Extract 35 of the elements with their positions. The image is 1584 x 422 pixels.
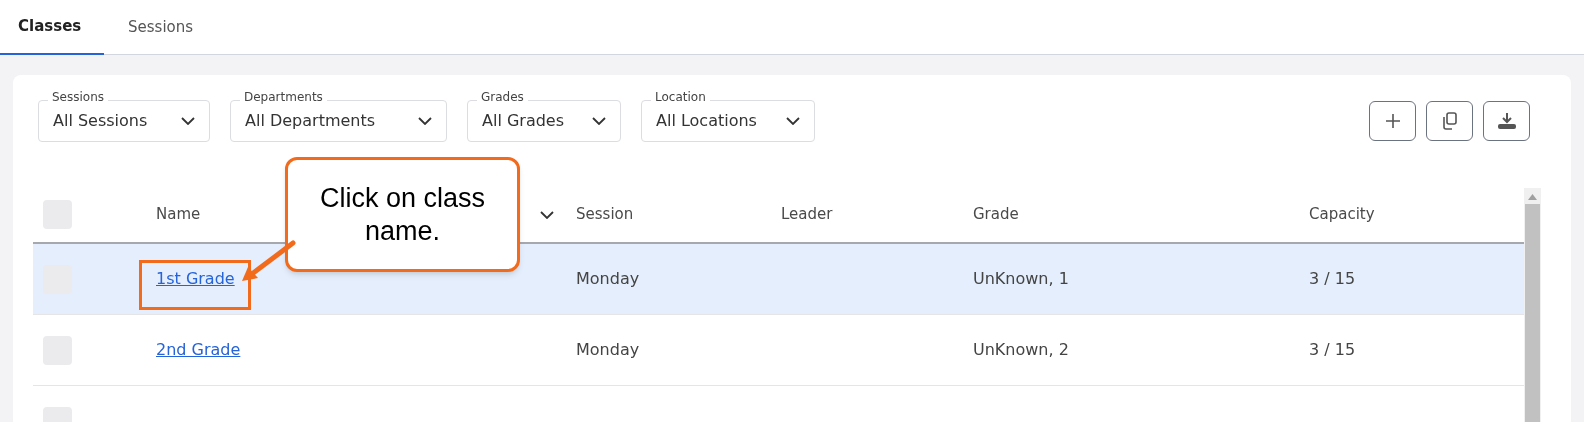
chevron-down-icon: [181, 117, 195, 125]
filter-label: Departments: [240, 90, 327, 104]
scrollbar[interactable]: [1524, 188, 1541, 422]
callout-box: Click on class name.: [285, 157, 520, 272]
class-link[interactable]: 1st Grade: [156, 269, 235, 288]
column-header[interactable]: Leader: [781, 203, 833, 226]
table-cell: UnKnown, 2: [973, 340, 1069, 359]
download-icon: [1496, 112, 1517, 130]
table-cell: 3 / 15: [1309, 340, 1356, 359]
chevron-down-icon: [592, 117, 606, 125]
filter-label: Sessions: [48, 90, 109, 104]
column-header[interactable]: Session: [576, 203, 634, 226]
table-cell: Monday: [576, 269, 640, 288]
column-header[interactable]: Grade: [973, 203, 1019, 226]
plus-icon: [1384, 113, 1401, 129]
class-link[interactable]: 2nd Grade: [156, 340, 241, 359]
copy-button[interactable]: [1426, 101, 1473, 141]
scrollbar-thumb[interactable]: [1525, 204, 1540, 422]
arrow: [240, 240, 296, 283]
filter-label: Grades: [477, 90, 528, 104]
table-cell: UnKnown, 1: [973, 269, 1069, 288]
table-cell: Monday: [576, 340, 640, 359]
column-header[interactable]: Name: [156, 203, 201, 226]
sort-chevron-icon[interactable]: [540, 210, 554, 219]
scroll-up-icon[interactable]: [1528, 194, 1537, 200]
column-header[interactable]: Capacity: [1309, 203, 1375, 226]
chevron-down-icon: [418, 117, 432, 125]
tab[interactable]: Sessions: [104, 0, 218, 55]
download-button[interactable]: [1483, 101, 1530, 141]
table-row[interactable]: 1st Grade Monday UnKnown, 1 3 / 15: [33, 244, 1526, 315]
add-button[interactable]: [1369, 101, 1416, 141]
chevron-down-icon: [786, 117, 800, 125]
filter-label: Location: [651, 90, 710, 104]
copy-icon: [1441, 112, 1458, 130]
table-cell: 3 / 15: [1309, 269, 1356, 288]
